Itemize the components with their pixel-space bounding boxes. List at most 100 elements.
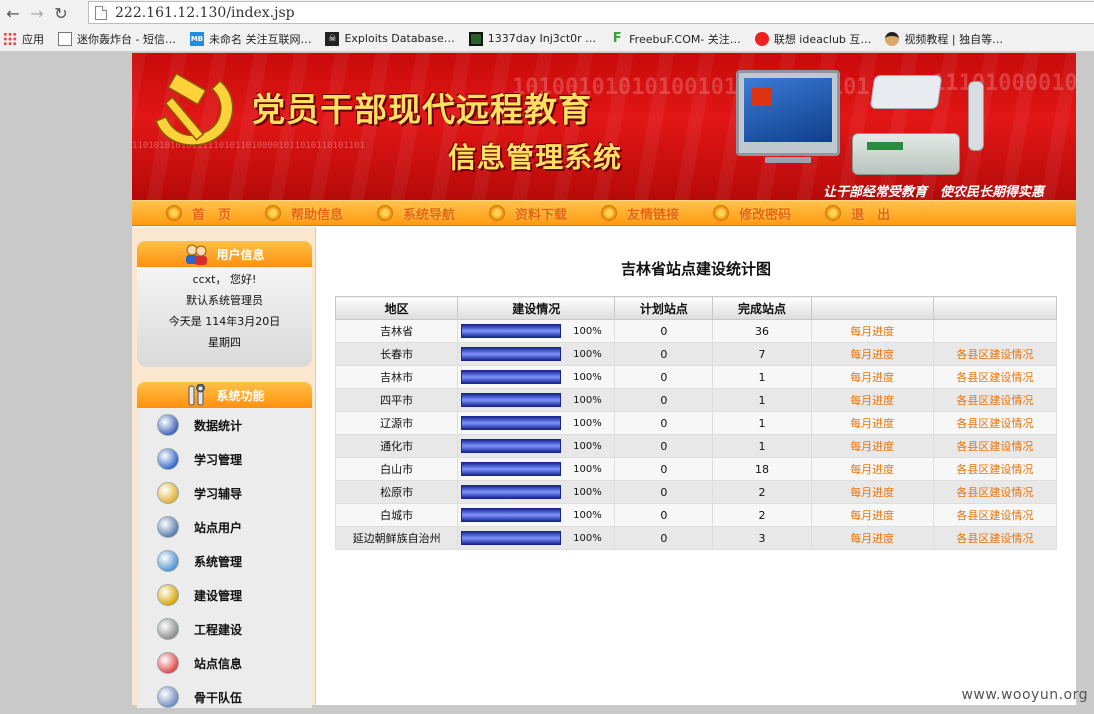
system-icon bbox=[157, 550, 179, 572]
bookmark-label: 联想 ideaclub 互… bbox=[774, 31, 872, 47]
function-menu-item[interactable]: 站点用户 bbox=[137, 510, 312, 544]
table-row: 辽源市100%01每月进度各县区建设情况 bbox=[336, 412, 1057, 435]
bookmarks-bar: 应用迷你轰炸台 - 短信… MB未命名 关注互联网… ☠Exploits Datab… bbox=[0, 26, 1094, 52]
construction-icon bbox=[157, 584, 179, 606]
progress-bar-fill bbox=[462, 325, 560, 337]
county-status-link[interactable]: 各县区建设情况 bbox=[956, 440, 1033, 453]
region-name-cell: 白城市 bbox=[336, 504, 458, 527]
county-status-link[interactable]: 各县区建设情况 bbox=[956, 371, 1033, 384]
function-menu-item[interactable]: 骨干队伍 bbox=[137, 680, 312, 714]
monthly-progress-link-cell: 每月进度 bbox=[811, 343, 933, 366]
function-menu-item[interactable]: 学习辅导 bbox=[137, 476, 312, 510]
county-status-link-cell: 各县区建设情况 bbox=[933, 366, 1056, 389]
progress-cell: 100% bbox=[458, 458, 615, 481]
bookmark-item[interactable]: FFreebuF.COM- 关注… bbox=[610, 31, 741, 47]
monthly-progress-link[interactable]: 每月进度 bbox=[850, 440, 894, 453]
url-text[interactable]: 222.161.12.130/index.jsp bbox=[115, 5, 295, 21]
progress-cell: 100% bbox=[458, 412, 615, 435]
menu-item-label: 修改密码 bbox=[739, 204, 791, 223]
progress-bar bbox=[461, 462, 561, 476]
function-menu-item[interactable]: 学习管理 bbox=[137, 442, 312, 476]
county-status-link-cell: 各县区建设情况 bbox=[933, 343, 1056, 366]
planned-sites: 0 bbox=[660, 486, 667, 499]
progress-cell: 100% bbox=[458, 435, 615, 458]
bookmark-item[interactable]: MB未命名 关注互联网… bbox=[190, 31, 312, 47]
completed-sites: 1 bbox=[759, 394, 766, 407]
tutor-icon bbox=[157, 482, 179, 504]
progress-bar-fill bbox=[462, 463, 560, 475]
progress-bar-fill bbox=[462, 394, 560, 406]
menu-item[interactable]: 系统导航 bbox=[377, 204, 455, 223]
function-menu-item[interactable]: 数据统计 bbox=[137, 408, 312, 442]
progress-percent: 100% bbox=[573, 326, 602, 337]
menu-item[interactable]: 修改密码 bbox=[713, 204, 791, 223]
reload-icon[interactable]: ↻ bbox=[50, 2, 72, 24]
address-bar[interactable]: 222.161.12.130/index.jsp bbox=[88, 1, 1094, 24]
monthly-progress-link-cell: 每月进度 bbox=[811, 412, 933, 435]
monthly-progress-link-cell: 每月进度 bbox=[811, 366, 933, 389]
banner-subtitle: 信息管理系统 bbox=[448, 136, 622, 176]
monthly-progress-link[interactable]: 每月进度 bbox=[850, 463, 894, 476]
set-top-box-image bbox=[852, 133, 960, 175]
function-menu-item[interactable]: 建设管理 bbox=[137, 578, 312, 612]
menu-item[interactable]: 首 页 bbox=[166, 204, 231, 223]
region-name: 吉林市 bbox=[380, 371, 413, 384]
completed-sites-cell: 1 bbox=[713, 435, 811, 458]
system-functions-title: 系统功能 bbox=[216, 387, 264, 404]
bookmark-label: 视频教程 | 独自等… bbox=[904, 31, 1003, 47]
menu-item[interactable]: 帮助信息 bbox=[265, 204, 343, 223]
county-status-link-cell: 各县区建设情况 bbox=[933, 481, 1056, 504]
monthly-progress-link[interactable]: 每月进度 bbox=[850, 348, 894, 361]
completed-sites-cell: 2 bbox=[713, 481, 811, 504]
county-status-link[interactable]: 各县区建设情况 bbox=[956, 463, 1033, 476]
bookmark-item[interactable]: 应用 bbox=[3, 31, 44, 47]
bookmark-label: 应用 bbox=[22, 31, 44, 47]
county-status-link[interactable]: 各县区建设情况 bbox=[956, 509, 1033, 522]
function-menu-item[interactable]: 系统管理 bbox=[137, 544, 312, 578]
column-header bbox=[933, 297, 1056, 320]
bookmark-item[interactable]: 迷你轰炸台 - 短信… bbox=[58, 31, 176, 47]
bookmark-item[interactable]: 联想 ideaclub 互… bbox=[755, 31, 872, 47]
monthly-progress-link[interactable]: 每月进度 bbox=[850, 486, 894, 499]
county-status-link[interactable]: 各县区建设情况 bbox=[956, 394, 1033, 407]
back-arrow-icon[interactable]: ← bbox=[2, 2, 24, 24]
menu-item[interactable]: 友情链接 bbox=[601, 204, 679, 223]
monthly-progress-link[interactable]: 每月进度 bbox=[850, 394, 894, 407]
completed-sites-cell: 3 bbox=[713, 527, 811, 550]
progress-bar bbox=[461, 347, 561, 361]
user-info-header: 用户信息 bbox=[137, 241, 312, 267]
monthly-progress-link[interactable]: 每月进度 bbox=[850, 325, 894, 338]
completed-sites-cell: 2 bbox=[713, 504, 811, 527]
function-menu-item[interactable]: 工程建设 bbox=[137, 612, 312, 646]
region-name: 辽源市 bbox=[380, 417, 413, 430]
forward-arrow-icon[interactable]: → bbox=[26, 2, 48, 24]
menu-item[interactable]: 资料下载 bbox=[489, 204, 567, 223]
function-menu-item[interactable]: 站点信息 bbox=[137, 646, 312, 680]
planned-sites: 0 bbox=[660, 440, 667, 453]
completed-sites: 7 bbox=[759, 348, 766, 361]
user-greeting: ccxt， 您好! bbox=[137, 269, 312, 290]
region-name-cell: 松原市 bbox=[336, 481, 458, 504]
monthly-progress-link-cell: 每月进度 bbox=[811, 458, 933, 481]
progress-cell: 100% bbox=[458, 504, 615, 527]
bookmark-label: FreebuF.COM- 关注… bbox=[629, 31, 741, 47]
menu-item[interactable]: 退 出 bbox=[825, 204, 890, 223]
table-row: 松原市100%02每月进度各县区建设情况 bbox=[336, 481, 1057, 504]
county-status-link[interactable]: 各县区建设情况 bbox=[956, 486, 1033, 499]
monthly-progress-link[interactable]: 每月进度 bbox=[850, 371, 894, 384]
county-status-link[interactable]: 各县区建设情况 bbox=[956, 532, 1033, 545]
function-menu-label: 数据统计 bbox=[194, 417, 242, 434]
progress-percent: 100% bbox=[573, 533, 602, 544]
bookmark-item[interactable]: 1337day Inj3ct0r … bbox=[469, 32, 596, 46]
monthly-progress-link[interactable]: 每月进度 bbox=[850, 417, 894, 430]
banner-slogan: 让干部经常受教育 使农民长期得实惠 bbox=[823, 181, 1044, 200]
progress-cell: 100% bbox=[458, 366, 615, 389]
county-status-link[interactable]: 各县区建设情况 bbox=[956, 348, 1033, 361]
monthly-progress-link[interactable]: 每月进度 bbox=[850, 509, 894, 522]
monthly-progress-link[interactable]: 每月进度 bbox=[850, 532, 894, 545]
progress-bar-fill bbox=[462, 509, 560, 521]
county-status-link[interactable]: 各县区建设情况 bbox=[956, 417, 1033, 430]
stats-icon bbox=[157, 414, 179, 436]
bookmark-item[interactable]: 视频教程 | 独自等… bbox=[885, 31, 1003, 47]
bookmark-item[interactable]: ☠Exploits Database… bbox=[325, 32, 454, 46]
